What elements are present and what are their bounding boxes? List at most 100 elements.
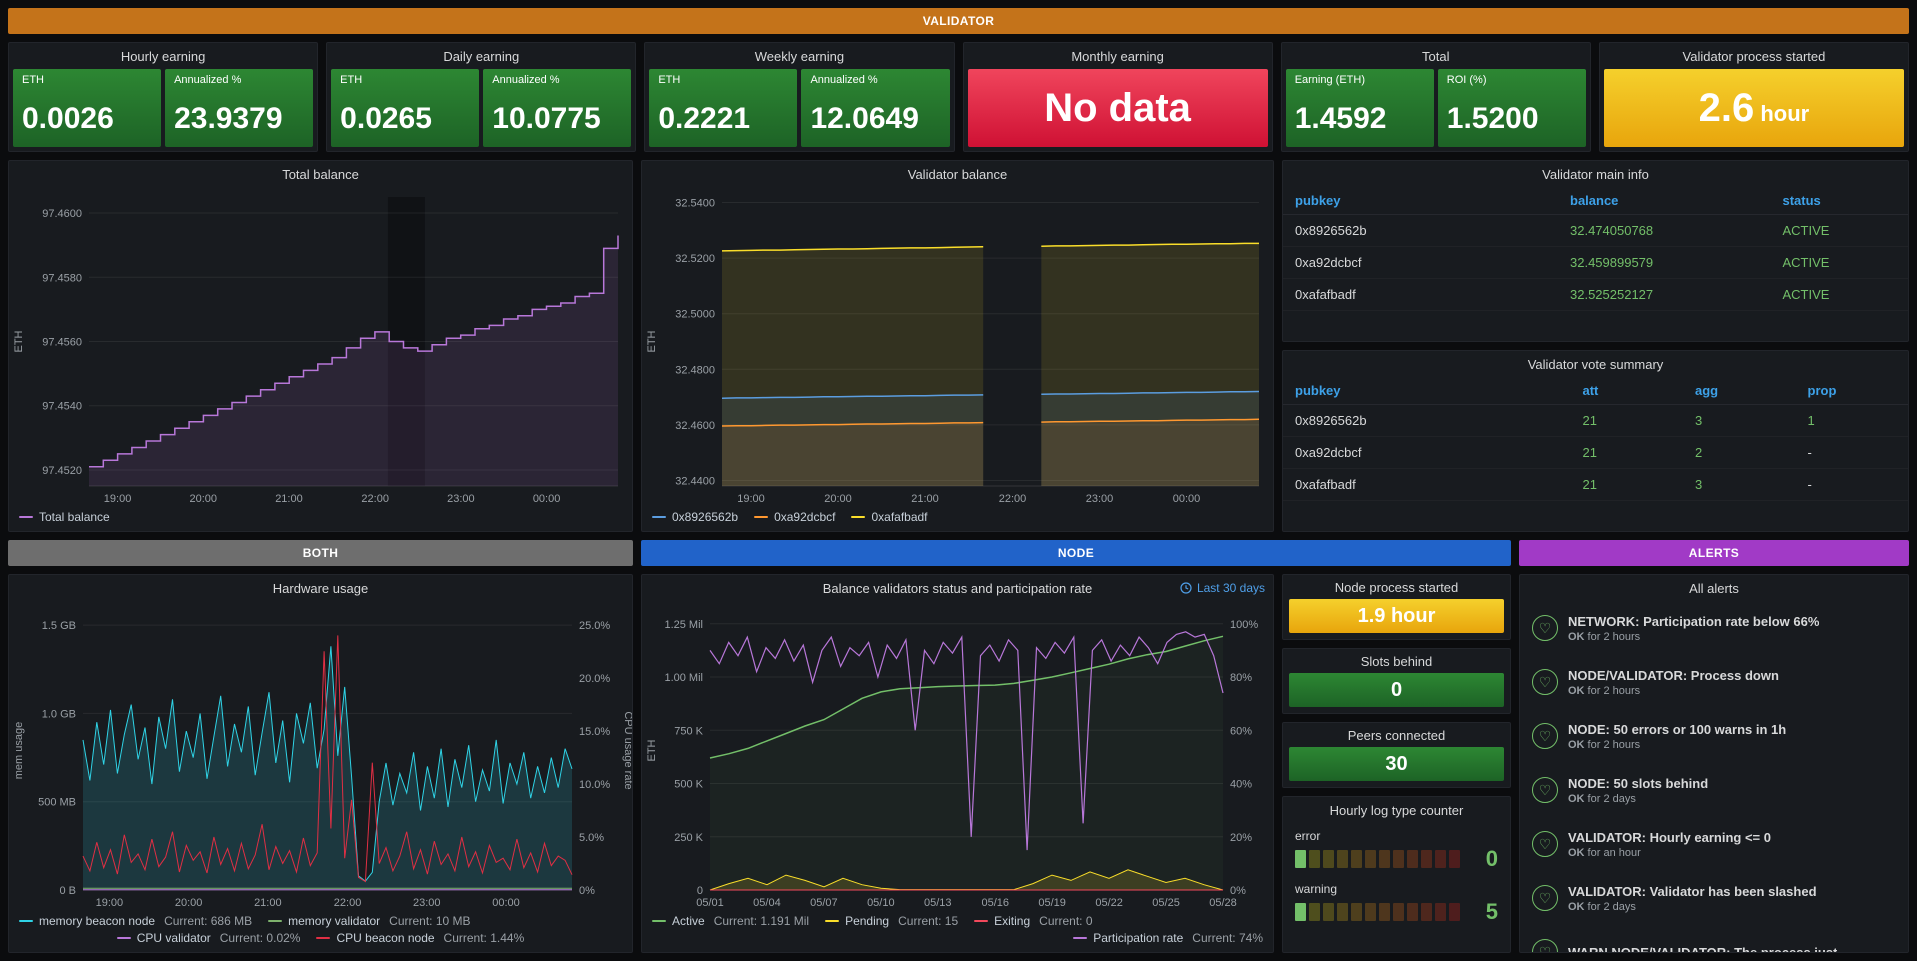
svg-text:750 K: 750 K (674, 725, 703, 737)
column-header-att[interactable]: att (1571, 377, 1684, 405)
total-balance-chart[interactable]: 97.452097.454097.456097.458097.460019:00… (9, 187, 632, 508)
panel-slots-behind: Slots behind 0 (1282, 648, 1511, 714)
validator-balance-chart[interactable]: 32.440032.460032.480032.500032.520032.54… (642, 187, 1273, 508)
gauge-cell (1365, 903, 1376, 921)
panel-title-daily-earning[interactable]: Daily earning (327, 43, 635, 69)
legend-item-participation-rate[interactable]: Participation rateCurrent: 74% (1073, 931, 1263, 945)
column-header-agg[interactable]: agg (1683, 377, 1796, 405)
alert-item[interactable]: ♡NODE: 50 errors or 100 warns in 1hOK fo… (1532, 709, 1896, 763)
panel-title-hardware-usage[interactable]: Hardware usage (9, 575, 632, 601)
panel-title-validator-main-info[interactable]: Validator main info (1283, 161, 1908, 187)
validator-balance-legend: 0x8926562b 0xa92dcbcf 0xafafbadf (642, 508, 1273, 531)
legend-item-exiting[interactable]: ExitingCurrent: 0 (974, 914, 1092, 928)
alert-state-ok: OK (1568, 793, 1585, 805)
panel-title-slots-behind[interactable]: Slots behind (1283, 649, 1510, 673)
panel-all-alerts: All alerts ♡NETWORK: Participation rate … (1519, 574, 1909, 953)
alert-state-ok: OK (1568, 685, 1585, 697)
svg-text:500 K: 500 K (674, 779, 703, 791)
legend-item-cpu-validator[interactable]: CPU validatorCurrent: 0.02% (117, 931, 301, 945)
gauge-cell (1323, 903, 1334, 921)
panel-title-node-process-started[interactable]: Node process started (1283, 575, 1510, 599)
svg-text:05/19: 05/19 (1038, 897, 1066, 909)
gauge-cell (1309, 850, 1320, 868)
time-range-override-link[interactable]: Last 30 days (1180, 575, 1265, 601)
stat-cell: No data (968, 69, 1268, 147)
alert-name: NETWORK: Participation rate below 66% (1568, 614, 1819, 629)
column-header-prop[interactable]: prop (1796, 377, 1909, 405)
legend-name: 0xa92dcbcf (774, 510, 835, 524)
balance-participation-chart[interactable]: 0250 K500 K750 K1.00 Mil1.25 Mil0%20%40%… (642, 601, 1273, 912)
alert-text: NODE/VALIDATOR: Process downOK for 2 hou… (1568, 668, 1779, 697)
panel-title-validator-process-started[interactable]: Validator process started (1600, 43, 1908, 69)
gauge-cell (1351, 903, 1362, 921)
alert-name: WARN NODE/VALIDATOR: The process just (1568, 945, 1837, 953)
legend-item-active[interactable]: ActiveCurrent: 1.191 Mil (652, 914, 809, 928)
legend-item-memory-validator[interactable]: memory validatorCurrent: 10 MB (268, 914, 470, 928)
stat-value: 12.0649 (810, 104, 940, 134)
stat-suffix: hour (1754, 101, 1809, 126)
alert-item[interactable]: ♡VALIDATOR: Validator has been slashedOK… (1532, 871, 1896, 925)
heart-icon: ♡ (1532, 831, 1558, 857)
section-header-alerts[interactable]: ALERTS (1519, 540, 1909, 566)
svg-text:97.4540: 97.4540 (42, 401, 82, 413)
table-cell: 0xafafbadf (1283, 469, 1571, 501)
table-row: 0xafafbadf213- (1283, 469, 1908, 501)
panel-title-weekly-earning[interactable]: Weekly earning (645, 43, 953, 69)
svg-text:5.0%: 5.0% (579, 832, 604, 844)
gauge-warning: warning5 (1295, 882, 1498, 925)
alert-item[interactable]: ♡ WARN NODE/VALIDATOR: The process just (1532, 925, 1896, 952)
table-cell: 21 (1571, 405, 1684, 437)
panel-title-hourly-log-type-counter[interactable]: Hourly log type counter (1283, 797, 1510, 823)
column-header-balance[interactable]: balance (1558, 187, 1771, 215)
svg-text:32.4600: 32.4600 (675, 420, 715, 432)
column-header-status[interactable]: status (1771, 187, 1909, 215)
panel-title-monthly-earning[interactable]: Monthly earning (964, 43, 1272, 69)
legend-item-cpu-beacon-node[interactable]: CPU beacon nodeCurrent: 1.44% (316, 931, 524, 945)
section-header-node[interactable]: NODE (641, 540, 1511, 566)
legend-row: CPU validatorCurrent: 0.02% CPU beacon no… (19, 931, 622, 945)
alert-item[interactable]: ♡NETWORK: Participation rate below 66%OK… (1532, 601, 1896, 655)
table-cell: ACTIVE (1771, 215, 1909, 247)
alert-item[interactable]: ♡VALIDATOR: Hourly earning <= 0OK for an… (1532, 817, 1896, 871)
column-header-pubkey[interactable]: pubkey (1283, 187, 1558, 215)
slots-behind-value: 0 (1289, 673, 1504, 707)
svg-text:100%: 100% (1230, 619, 1258, 631)
alert-item[interactable]: ♡NODE/VALIDATOR: Process downOK for 2 ho… (1532, 655, 1896, 709)
legend-item-memory-beacon-node[interactable]: memory beacon nodeCurrent: 686 MB (19, 914, 252, 928)
legend-item-0x8926562b[interactable]: 0x8926562b (652, 510, 738, 524)
gauge-cell (1407, 903, 1418, 921)
panel-title-hourly-earning[interactable]: Hourly earning (9, 43, 317, 69)
gauge-cell (1393, 850, 1404, 868)
gauge-cell (1295, 850, 1306, 868)
column-header-pubkey[interactable]: pubkey (1283, 377, 1571, 405)
table-cell: - (1796, 469, 1909, 501)
panel-title-total-balance[interactable]: Total balance (9, 161, 632, 187)
section-header-both[interactable]: BOTH (8, 540, 633, 566)
legend-item-0xafafbadf[interactable]: 0xafafbadf (851, 510, 927, 524)
heart-icon: ♡ (1532, 939, 1558, 952)
alert-item[interactable]: ♡NODE: 50 slots behindOK for 2 days (1532, 763, 1896, 817)
svg-text:05/13: 05/13 (924, 897, 952, 909)
panel-title-validator-vote-summary[interactable]: Validator vote summary (1283, 351, 1908, 377)
gauge-label-warning: warning (1295, 882, 1498, 896)
svg-text:19:00: 19:00 (96, 897, 124, 909)
legend-name: Exiting (994, 914, 1030, 928)
legend-name: Active (672, 914, 705, 928)
stat-cell: Earning (ETH)1.4592 (1286, 69, 1434, 147)
legend-item-pending[interactable]: PendingCurrent: 15 (825, 914, 958, 928)
svg-text:1.5 GB: 1.5 GB (42, 620, 76, 632)
panel-title-total[interactable]: Total (1282, 43, 1590, 69)
svg-text:05/04: 05/04 (753, 897, 781, 909)
hardware-usage-chart[interactable]: 0 B500 MB1.0 GB1.5 GB0%5.0%10.0%15.0%20.… (9, 601, 632, 912)
legend-item-total-balance[interactable]: Total balance (19, 510, 110, 524)
alert-state-ok: OK (1568, 901, 1585, 913)
panel-title-validator-balance[interactable]: Validator balance (642, 161, 1273, 187)
balance-participation-title[interactable]: Balance validators status and participat… (823, 581, 1093, 596)
row-header-validator[interactable]: VALIDATOR (8, 8, 1909, 34)
panel-hardware-usage: Hardware usage 0 B500 MB1.0 GB1.5 GB0%5.… (8, 574, 633, 953)
balance-participation-legend: ActiveCurrent: 1.191 Mil PendingCurrent: … (642, 912, 1273, 952)
panel-title-all-alerts[interactable]: All alerts (1520, 575, 1908, 601)
legend-item-0xa92dcbcf[interactable]: 0xa92dcbcf (754, 510, 835, 524)
panel-title-peers-connected[interactable]: Peers connected (1283, 723, 1510, 747)
svg-text:0%: 0% (579, 885, 595, 897)
